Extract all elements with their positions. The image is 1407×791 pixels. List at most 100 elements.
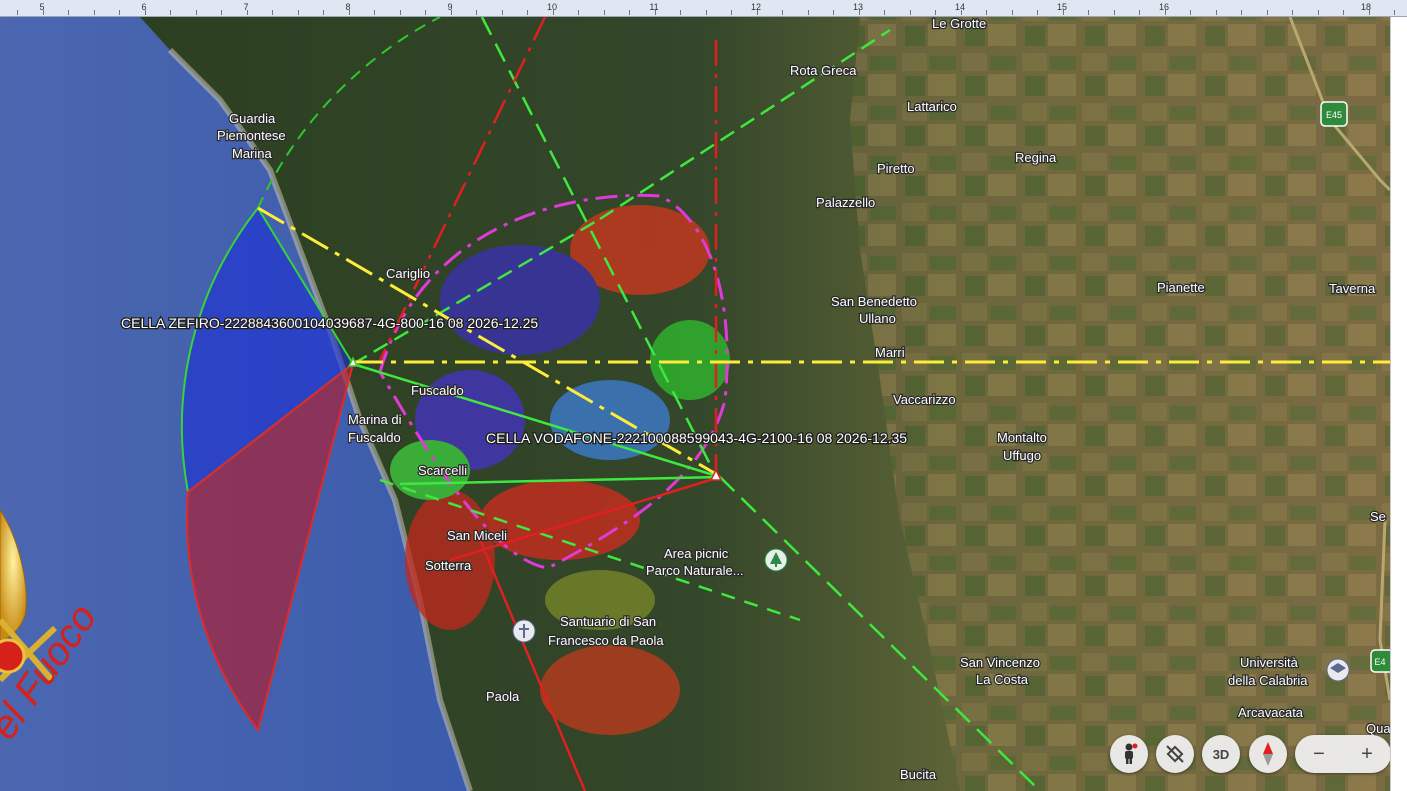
ruler-number: 16 [1158,2,1170,12]
toggle-3d-button[interactable]: 3D [1202,735,1240,773]
label-lattarico: Lattarico [907,99,957,114]
svg-text:E45: E45 [1326,110,1342,120]
cell-zefiro-label: CELLA ZEFIRO-222884360010403968​7-4G-800… [121,315,538,331]
label-paola: Paola [486,689,520,704]
ruler-tick [94,10,95,15]
ruler-tick [706,10,707,15]
ruler-tick [425,10,426,15]
rotate-view-button[interactable] [1156,735,1194,773]
ruler-tick [1088,10,1089,15]
ruler-number: 10 [546,2,558,12]
ruler-tick [68,10,69,15]
ruler-tick [553,10,554,15]
label-fuscaldo: Fuscaldo [411,383,464,398]
ruler-tick [782,10,783,15]
ruler-tick [323,10,324,15]
church-pin[interactable] [512,619,536,643]
label-francesco-da-paola: Francesco da Paola [548,633,664,648]
label-rota-greca: Rota Greca [790,63,857,78]
label-vaccarizzo: Vaccarizzo [893,392,956,407]
ruler-tick [961,10,962,15]
label-piretto: Piretto [877,161,915,176]
ruler-tick [1216,10,1217,15]
label-san-miceli: San Miceli [447,528,507,543]
ruler-tick [1369,10,1370,15]
ruler-tick [451,10,452,15]
label-uffugo: Uffugo [1003,448,1041,463]
ruler-tick [1318,10,1319,15]
ruler-tick [1267,10,1268,15]
label-marina-fuscaldo: Fuscaldo [348,430,401,445]
ruler-number: 14 [954,2,966,12]
label-santuario: Santuario di San [560,614,656,629]
street-view-button[interactable] [1110,735,1148,773]
e4-badge: E4 [1370,649,1390,673]
ruler-tick [1139,10,1140,15]
ruler-tick [757,10,758,15]
ruler-tick [808,10,809,15]
ruler-tick [527,10,528,15]
ruler-tick [170,10,171,15]
ruler-tick [221,10,222,15]
ruler-tick [43,10,44,15]
university-pin[interactable] [1326,658,1350,682]
document-ruler: 5 6 7 8 9 10 11 12 13 14 15 16 18 [0,0,1407,17]
label-universita: Università [1240,655,1299,670]
satellite-map[interactable]: E45 E4 Le Grotte Rota Greca Lattarico Re… [0,17,1390,791]
ruler-tick [1343,10,1344,15]
compass-button[interactable] [1249,735,1287,773]
ruler-tick [502,10,503,15]
label-montalto: Montalto [997,430,1047,445]
picnic-area-pin[interactable] [764,548,788,572]
label-qua: Qua [1366,721,1390,736]
label-della-calabria: della Calabria [1228,673,1308,688]
ruler-tick [1114,10,1115,15]
label-arcavacata: Arcavacata [1238,705,1304,720]
label-regina: Regina [1015,150,1057,165]
ruler-tick [17,10,18,15]
ruler-tick [1012,10,1013,15]
ruler-tick [731,10,732,15]
ruler-tick [935,10,936,15]
label-ullano: Ullano [859,311,896,326]
ruler-tick [1063,10,1064,15]
label-palazzello: Palazzello [816,195,875,210]
ruler-tick [1037,10,1038,15]
ruler-tick [272,10,273,15]
zoom-in-button[interactable]: + [1347,743,1387,766]
ruler-tick [1190,10,1191,15]
label-bucita: Bucita [900,767,937,782]
ruler-number: 12 [750,2,762,12]
ruler-tick [196,10,197,15]
label-cariglio: Cariglio [386,266,430,281]
label-marri: Marri [875,345,905,360]
label-le-grotte: Le Grotte [932,17,986,31]
ruler-tick [298,10,299,15]
pegman-icon [1125,743,1138,764]
compass-icon [1263,742,1273,766]
label-guardia-marina: Marina [232,146,273,161]
page-margin [1390,17,1407,791]
ruler-tick [1165,10,1166,15]
ruler-number: 15 [1056,2,1068,12]
ruler-tick [680,10,681,15]
ruler-tick [1394,10,1395,15]
ruler-tick [145,10,146,15]
zoom-controls: − + [1295,735,1390,773]
label-sotterra: Sotterra [425,558,472,573]
ruler-tick [400,10,401,15]
label-se: Se [1370,509,1386,524]
ruler-tick [247,10,248,15]
ruler-tick [1292,10,1293,15]
label-pianette: Pianette [1157,280,1205,295]
zoom-out-button[interactable]: − [1299,743,1339,766]
label-piemontese: Piemontese [217,128,286,143]
label-san-benedetto: San Benedetto [831,294,917,309]
e45-badge: E45 [1320,101,1348,127]
label-san-vincenzo: San Vincenzo [960,655,1040,670]
label-guardia: Guardia [229,111,276,126]
ruler-number: 11 [649,2,659,12]
ruler-tick [629,10,630,15]
ruler-tick [604,10,605,15]
ruler-tick [910,10,911,15]
